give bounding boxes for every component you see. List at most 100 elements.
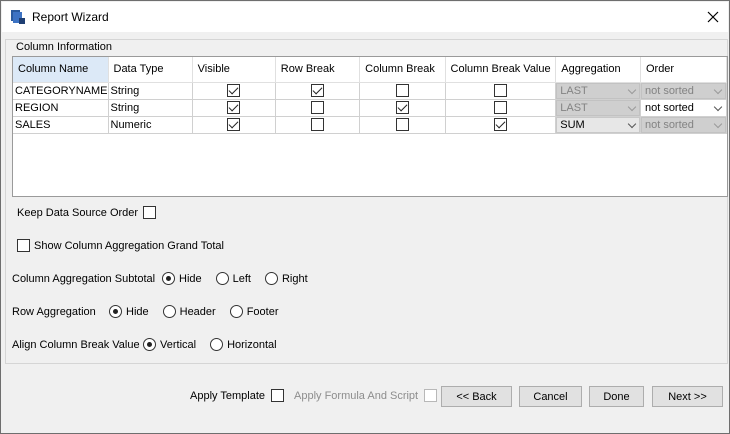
radio-label: Left [232,272,251,285]
window-title: Report Wizard [32,10,109,24]
radio-label: Right [281,272,308,285]
radio-label: Footer [246,305,279,318]
order-value: not sorted [644,101,694,114]
column-break-value-checkbox[interactable] [493,101,507,114]
cancel-button[interactable]: Cancel [519,386,582,407]
subtotal-option: Column Aggregation Subtotal Hide Left Ri… [12,272,308,285]
chevron-down-icon [713,102,723,111]
subtotal-right-radio[interactable]: Right [264,272,308,285]
visible-checkbox[interactable] [227,101,241,114]
row-agg-footer-radio[interactable]: Footer [229,305,279,318]
chevron-down-icon [713,119,723,128]
order-select[interactable]: not sorted [640,99,726,115]
row-break-checkbox[interactable] [310,101,324,114]
chevron-down-icon [627,119,637,128]
title-bar: Report Wizard [2,2,728,32]
keep-order-checkbox[interactable] [143,206,157,219]
apply-template-label: Apply Template [190,389,266,402]
row-aggregation-option: Row Aggregation Hide Header Footer [12,305,279,318]
row-aggregation-label: Row Aggregation [12,305,96,318]
radio-on-icon [162,272,175,285]
done-button[interactable]: Done [589,386,644,407]
subtotal-label: Column Aggregation Subtotal [12,272,156,285]
row-break-checkbox[interactable] [310,118,324,131]
header-column-break[interactable]: Column Break [359,57,446,83]
align-vertical-radio[interactable]: Vertical [143,338,196,351]
dialog-body: Column Information Column Name Data Type… [2,32,728,432]
table-row: SALES Numeric SUM not sorted [13,116,728,134]
radio-label: Hide [126,305,149,318]
align-label: Align Column Break Value [12,338,140,351]
order-value: not sorted [644,118,694,131]
group-title: Column Information [15,41,113,53]
radio-label: Vertical [160,338,197,351]
table-row: CATEGORYNAME String LAST not sorted [13,82,728,100]
keep-order-option: Keep Data Source Order [17,206,157,219]
chevron-down-icon [627,85,637,94]
align-option: Align Column Break Value Vertical Horizo… [12,338,277,351]
cell-data-type: Numeric [108,116,193,134]
radio-off-icon [264,272,278,285]
cell-data-type: String [108,82,193,100]
header-data-type[interactable]: Data Type [108,57,193,83]
radio-off-icon [229,305,243,318]
grand-total-checkbox[interactable] [17,239,30,252]
column-break-checkbox[interactable] [395,101,409,114]
column-break-checkbox[interactable] [395,84,409,97]
next-button[interactable]: Next >> [652,386,723,407]
column-break-value-checkbox[interactable] [493,84,507,97]
column-table: Column Name Data Type Visible Row Break … [12,56,728,197]
order-select: not sorted [640,116,726,132]
radio-off-icon [215,272,229,285]
order-value: not sorted [644,84,694,97]
apply-formula-label: Apply Formula And Script [294,389,419,402]
radio-off-icon [210,338,224,351]
header-order[interactable]: Order [640,57,728,83]
aggregation-value: SUM [560,118,585,131]
aggregation-select[interactable]: SUM [556,116,640,132]
keep-order-label: Keep Data Source Order [17,206,139,219]
align-horizontal-radio[interactable]: Horizontal [210,338,277,351]
row-agg-header-radio[interactable]: Header [162,305,216,318]
row-break-checkbox[interactable] [310,84,324,97]
subtotal-hide-radio[interactable]: Hide [162,272,202,285]
column-break-checkbox[interactable] [395,118,409,131]
column-break-value-checkbox[interactable] [493,118,507,131]
header-column-name[interactable]: Column Name [13,57,109,83]
radio-label: Horizontal [227,338,277,351]
radio-label: Hide [179,272,202,285]
apply-formula-option: Apply Formula And Script [294,389,438,402]
row-agg-hide-radio[interactable]: Hide [109,305,149,318]
grand-total-label: Show Column Aggregation Grand Total [34,239,224,252]
visible-checkbox[interactable] [227,118,241,131]
cell-column-name: SALES [13,116,109,134]
apply-formula-checkbox [424,389,438,402]
chevron-down-icon [713,85,723,94]
aggregation-value: LAST [560,84,588,97]
header-column-break-value[interactable]: Column Break Value [445,57,557,83]
table-header-row: Column Name Data Type Visible Row Break … [13,57,728,83]
report-wizard-window: Report Wizard Column Information Column … [0,0,730,434]
apply-template-checkbox[interactable] [271,389,285,402]
radio-label: Header [179,305,216,318]
aggregation-select: LAST [556,99,640,115]
close-icon[interactable] [698,2,728,32]
grand-total-option: Show Column Aggregation Grand Total [17,239,224,252]
order-select: not sorted [640,82,726,98]
back-button[interactable]: << Back [441,386,512,407]
header-row-break[interactable]: Row Break [275,57,361,83]
cell-data-type: String [108,99,193,117]
subtotal-left-radio[interactable]: Left [215,272,251,285]
radio-on-icon [109,305,122,318]
aggregation-select: LAST [556,82,640,98]
visible-checkbox[interactable] [227,84,241,97]
column-grid: Column Name Data Type Visible Row Break … [13,57,728,134]
header-aggregation[interactable]: Aggregation [555,57,641,83]
cell-column-name: CATEGORYNAME [13,82,109,100]
apply-template-option: Apply Template [190,389,285,402]
aggregation-value: LAST [560,101,588,114]
column-information-group: Column Information Column Name Data Type… [5,39,728,364]
radio-off-icon [162,305,176,318]
cell-column-name: REGION [13,99,109,117]
header-visible[interactable]: Visible [192,57,276,83]
